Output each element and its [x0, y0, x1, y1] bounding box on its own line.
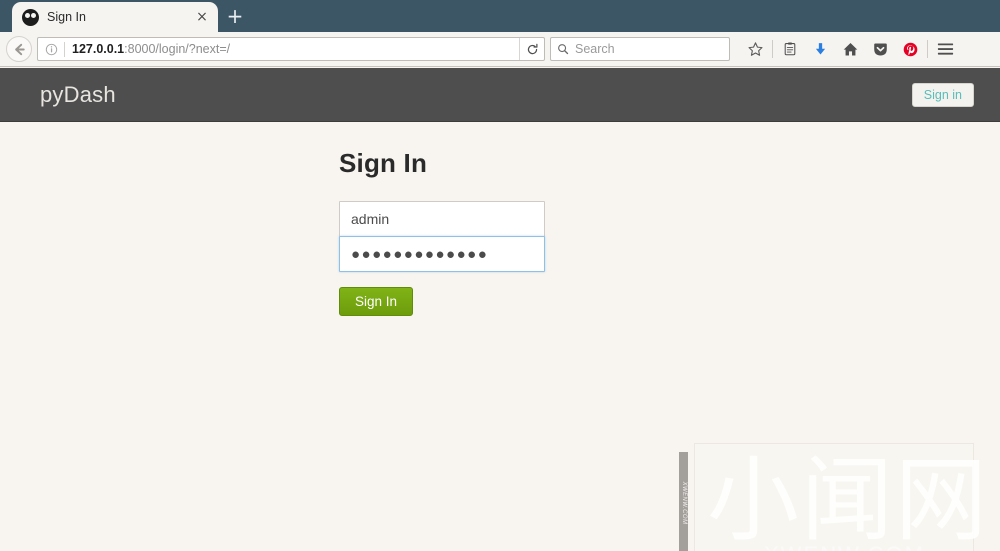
url-path: :8000/login/?next=/	[124, 42, 231, 56]
login-form: Sign In	[339, 201, 545, 316]
search-icon	[557, 43, 569, 55]
pocket-icon[interactable]	[865, 35, 895, 63]
pydash-navbar: pyDash Sign in	[0, 68, 1000, 122]
tab-strip: Sign In × +	[0, 0, 1000, 32]
dashboard-gauge-icon	[22, 8, 39, 26]
browser-chrome: Sign In × + 127.0.0.1:8000/login/?next=/…	[0, 0, 1000, 67]
navbar-signin-button[interactable]: Sign in	[911, 82, 974, 107]
pinterest-icon[interactable]	[895, 35, 925, 63]
url-separator	[64, 41, 65, 57]
watermark-domain-text: XWENW.COM	[764, 542, 925, 551]
reading-list-icon[interactable]	[775, 35, 805, 63]
url-bar[interactable]: 127.0.0.1:8000/login/?next=/	[37, 37, 545, 61]
bookmark-star-icon[interactable]	[740, 35, 770, 63]
page-title: Sign In	[339, 148, 428, 178]
reload-icon[interactable]	[519, 38, 544, 60]
browser-window: Sign In × + 127.0.0.1:8000/login/?next=/…	[0, 0, 1000, 551]
close-icon[interactable]: ×	[194, 10, 210, 24]
brand-logo[interactable]: pyDash	[26, 82, 116, 108]
browser-toolbar: 127.0.0.1:8000/login/?next=/ Search	[0, 32, 1000, 67]
search-placeholder: Search	[575, 42, 615, 56]
toolbar-icons	[740, 35, 960, 63]
search-input[interactable]: Search	[550, 37, 730, 61]
site-watermark: 小闻网 XWENW.COM XWENW.COM XWENW.COM 小闻网（WW…	[679, 440, 990, 551]
menu-hamburger-icon[interactable]	[930, 35, 960, 63]
info-circle-icon[interactable]	[38, 43, 64, 56]
watermark-frame	[694, 443, 974, 551]
browser-tab-sign-in[interactable]: Sign In ×	[12, 2, 218, 32]
url-text: 127.0.0.1:8000/login/?next=/	[72, 42, 230, 56]
downloads-icon[interactable]	[805, 35, 835, 63]
watermark-cjk-text: 小闻网	[707, 447, 990, 551]
watermark-vertical-text: XWENW.COM	[681, 481, 687, 525]
url-host: 127.0.0.1	[72, 42, 125, 56]
watermark-vertical-bar: XWENW.COM	[679, 452, 688, 551]
toolbar-divider	[772, 40, 773, 58]
password-input[interactable]	[339, 236, 545, 272]
back-arrow-icon[interactable]	[6, 36, 32, 62]
submit-signin-button[interactable]: Sign In	[339, 287, 414, 316]
home-icon[interactable]	[835, 35, 865, 63]
tab-title: Sign In	[47, 10, 86, 24]
login-content: Sign In Sign In	[0, 122, 1000, 316]
new-tab-button[interactable]: +	[220, 2, 250, 32]
toolbar-divider	[927, 40, 928, 58]
username-input[interactable]	[339, 201, 545, 237]
pydash-page: pyDash Sign in Sign In Sign In 小闻网 XWENW…	[0, 68, 1000, 551]
